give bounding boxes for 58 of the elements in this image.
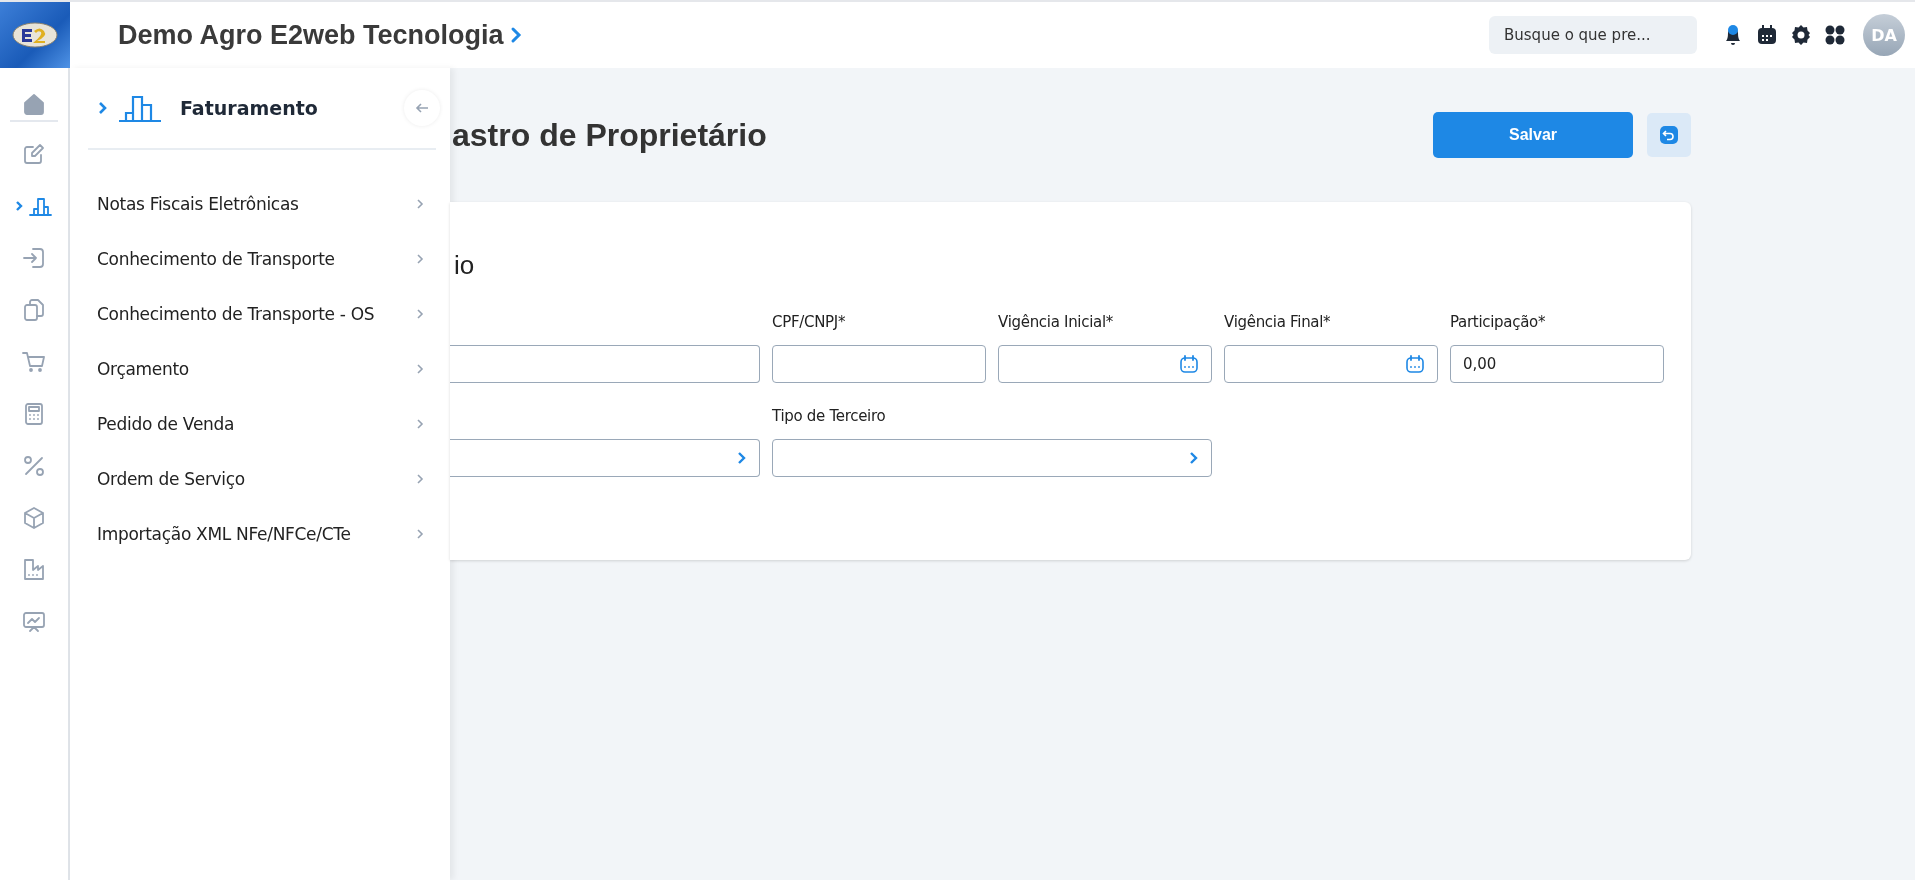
rail-icon <box>21 297 47 323</box>
chevron-right-icon <box>416 197 424 210</box>
section-title: io <box>454 250 476 281</box>
undo-icon <box>1659 125 1679 145</box>
collapse-button[interactable] <box>404 90 440 126</box>
menu-item[interactable]: Ordem de Serviço <box>88 451 436 506</box>
rail-icon <box>21 349 47 375</box>
field-label: Participação* <box>1450 313 1547 333</box>
input-field[interactable] <box>450 345 760 383</box>
menu-item[interactable]: Importação XML NFe/NFCe/CTe <box>88 506 436 561</box>
chevron-right-icon <box>416 417 424 430</box>
chevron-right-icon <box>416 307 424 320</box>
chevron-right-icon <box>737 451 747 465</box>
undo-button[interactable] <box>1647 113 1691 157</box>
input-field[interactable] <box>772 345 986 383</box>
chevron-right-icon[interactable] <box>509 26 522 44</box>
calendar-icon[interactable] <box>1755 23 1779 47</box>
chevron-right-icon <box>15 200 23 212</box>
select-field[interactable] <box>450 439 760 477</box>
search-field[interactable]: Busque o que pre... <box>1489 16 1697 54</box>
calendar-icon <box>1179 354 1199 374</box>
logo-icon <box>12 21 58 49</box>
menu-item[interactable]: Notas Fiscais Eletrônicas <box>88 176 436 231</box>
rail-icon <box>21 141 47 167</box>
apps-grid-icon[interactable] <box>1823 23 1847 47</box>
bar-chart-icon <box>118 93 162 123</box>
date-field[interactable] <box>1224 345 1438 383</box>
calendar-icon <box>1405 354 1425 374</box>
rail-icon <box>21 505 47 531</box>
rail-icon <box>21 91 47 117</box>
rail-icon <box>21 557 47 583</box>
field-label: Vigência Inicial* <box>998 313 1114 333</box>
chevron-right-icon <box>416 472 424 485</box>
chevron-right-icon <box>98 101 108 115</box>
select-field[interactable] <box>772 439 1212 477</box>
menu-item[interactable]: Pedido de Venda <box>88 396 436 451</box>
field-label: CPF/CNPJ* <box>772 313 847 333</box>
input-field[interactable]: 0,00 <box>1450 345 1664 383</box>
rail-icon <box>21 245 47 271</box>
chevron-right-icon <box>1189 451 1199 465</box>
menu-item[interactable]: Conhecimento de Transporte - OS <box>88 286 436 341</box>
date-field[interactable] <box>998 345 1212 383</box>
rail-icon <box>21 453 47 479</box>
save-button[interactable]: Salvar <box>1433 112 1633 158</box>
menu-title: Faturamento <box>180 97 318 119</box>
field-label: Tipo de Terceiro <box>772 407 887 427</box>
company-name[interactable]: Demo Agro E2web Tecnologia <box>118 19 504 51</box>
chevron-right-icon <box>416 527 424 540</box>
company-logo[interactable] <box>0 2 70 68</box>
chevron-right-icon <box>416 362 424 375</box>
page-title: astro de Proprietário <box>452 116 768 154</box>
back-arrow-icon <box>415 102 429 114</box>
field-label: Vigência Final* <box>1224 313 1332 333</box>
menu-item[interactable]: Conhecimento de Transporte <box>88 231 436 286</box>
rail-icon <box>21 609 47 635</box>
chevron-right-icon <box>416 252 424 265</box>
menu-item[interactable]: Orçamento <box>88 341 436 396</box>
settings-icon[interactable] <box>1789 23 1813 47</box>
